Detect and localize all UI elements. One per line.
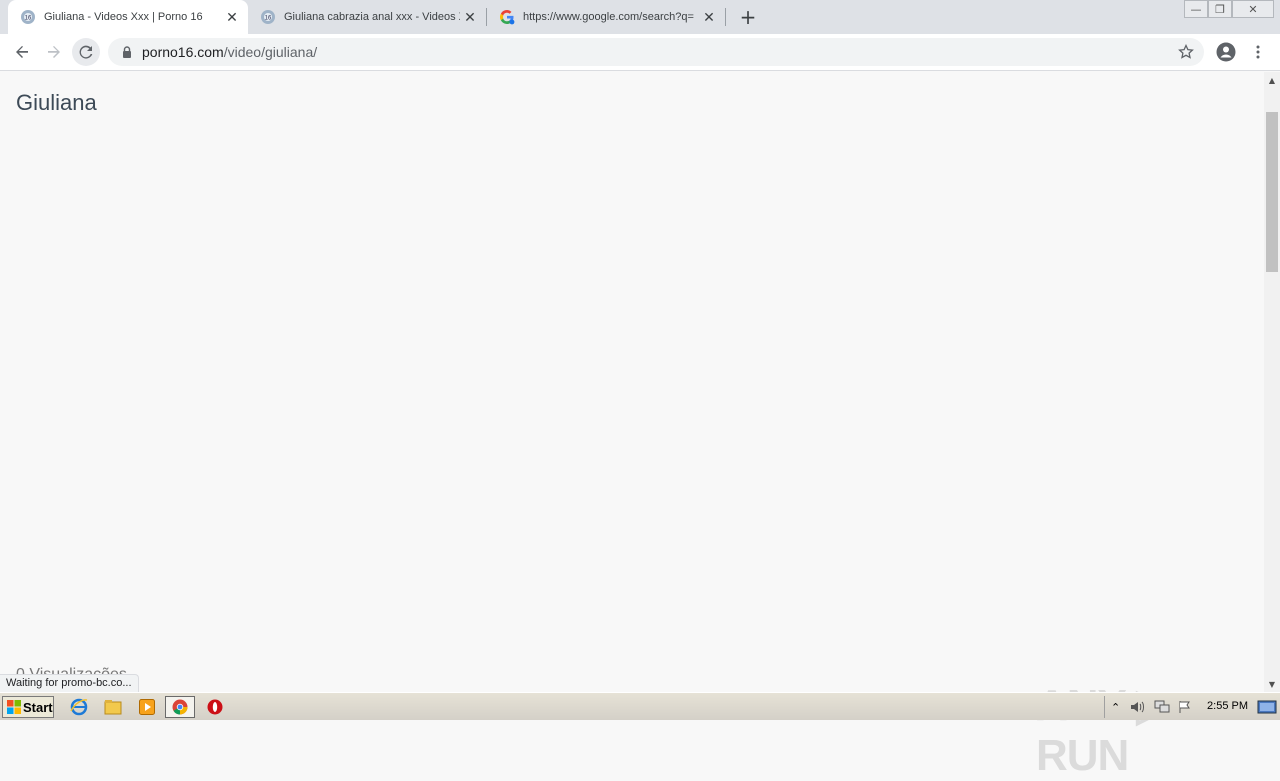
svg-text:16: 16 [25, 16, 32, 22]
tab-title: https://www.google.com/search?q= [523, 11, 694, 23]
clock[interactable]: 2:55 PM [1207, 700, 1248, 712]
menu-button[interactable] [1246, 38, 1270, 66]
file-explorer-icon[interactable] [102, 697, 124, 717]
tab-close-icon[interactable]: ✕ [460, 7, 480, 27]
scroll-thumb[interactable] [1266, 112, 1278, 272]
window-close-button[interactable]: ✕ [1232, 0, 1274, 18]
tab-strip: 16 Giuliana - Videos Xxx | Porno 16 ✕ 16… [0, 0, 1280, 34]
tab-giuliana-cabrazia[interactable]: 16 Giuliana cabrazia anal xxx - Videos X… [248, 0, 486, 34]
show-desktop-icon[interactable] [1256, 698, 1278, 716]
reload-icon [79, 45, 93, 59]
account-circle-icon [1216, 42, 1236, 62]
url-path: /video/giuliana/ [223, 44, 318, 60]
more-vert-icon [1256, 45, 1260, 59]
new-tab-button[interactable]: + [736, 5, 760, 29]
reload-button[interactable] [72, 38, 100, 66]
forward-arrow-icon [48, 46, 60, 58]
opera-icon[interactable] [204, 697, 226, 717]
windows-flag-icon [7, 700, 21, 714]
volume-icon[interactable] [1130, 700, 1146, 714]
tab-google-search[interactable]: https://www.google.com/search?q= ✕ [487, 0, 725, 34]
bookmark-star-icon[interactable] [1178, 44, 1194, 60]
start-button[interactable]: Start [2, 696, 54, 718]
taskbar: Start ⌃ 2:55 PM [0, 692, 1280, 720]
site-favicon-icon: 16 [261, 10, 275, 24]
scroll-up-arrow-icon[interactable]: ▲ [1264, 72, 1280, 88]
lock-icon [123, 46, 131, 58]
page-content: Giuliana 0 Visualizações ANY ▷ RUN [0, 72, 1264, 780]
tab-separator [725, 8, 726, 26]
address-bar[interactable]: porno16.com/video/giuliana/ [108, 38, 1204, 66]
url-domain: porno16.com [142, 44, 224, 60]
start-label: Start [23, 699, 53, 715]
internet-explorer-icon[interactable] [68, 697, 90, 717]
profile-button[interactable] [1212, 38, 1240, 66]
tab-close-icon[interactable]: ✕ [222, 7, 242, 27]
vertical-scrollbar[interactable]: ▲ ▼ [1264, 72, 1280, 692]
network-icon[interactable] [1154, 700, 1170, 714]
google-favicon-icon [500, 10, 515, 25]
tray-expand-icon[interactable]: ⌃ [1111, 701, 1120, 714]
tab-title: Giuliana cabrazia anal xxx - Videos X [284, 11, 460, 23]
page-title: Giuliana [16, 90, 97, 115]
restore-button[interactable]: ❐ [1208, 0, 1232, 18]
action-center-flag-icon[interactable] [1178, 700, 1192, 714]
site-favicon-icon: 16 [21, 10, 35, 24]
browser-toolbar: porno16.com/video/giuliana/ [0, 34, 1280, 71]
tab-close-icon[interactable]: ✕ [699, 7, 719, 27]
back-arrow-icon [16, 46, 28, 58]
media-player-icon[interactable] [136, 697, 158, 717]
status-bubble: Waiting for promo-bc.co... [0, 674, 139, 692]
minimize-button[interactable]: — [1184, 0, 1208, 18]
tab-giuliana-videos[interactable]: 16 Giuliana - Videos Xxx | Porno 16 ✕ [8, 0, 248, 34]
chrome-taskbar-icon[interactable] [165, 696, 195, 718]
forward-button[interactable] [40, 38, 68, 66]
scroll-down-arrow-icon[interactable]: ▼ [1264, 676, 1280, 692]
svg-text:16: 16 [265, 16, 272, 22]
back-button[interactable] [8, 38, 36, 66]
url-text: porno16.com/video/giuliana/ [142, 44, 317, 60]
tab-title: Giuliana - Videos Xxx | Porno 16 [44, 11, 203, 23]
